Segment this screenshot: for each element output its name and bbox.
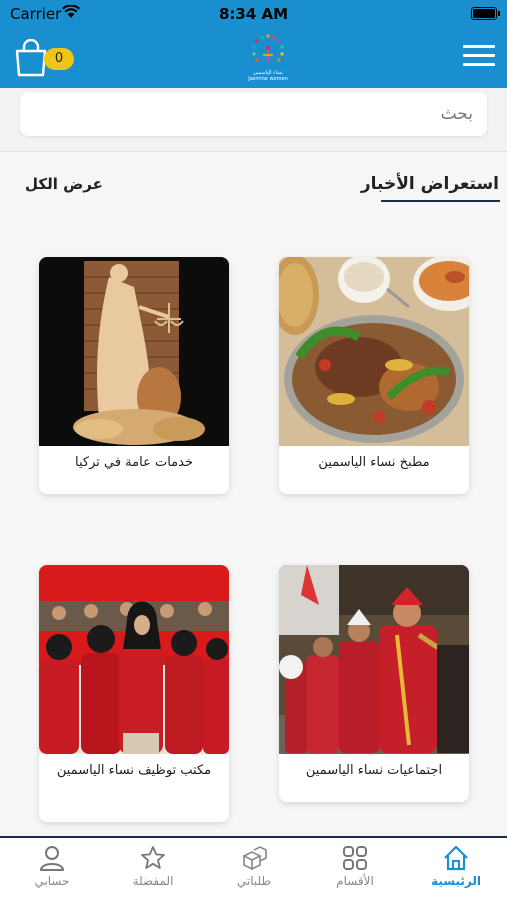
tab-favorites[interactable]: المفضلة bbox=[103, 840, 203, 900]
tab-categories[interactable]: الأقسام bbox=[305, 840, 405, 900]
card-image-students bbox=[39, 565, 229, 754]
search-input[interactable] bbox=[20, 92, 487, 136]
shopping-bag-icon[interactable] bbox=[14, 39, 48, 77]
card-image-military-band bbox=[279, 565, 469, 754]
card-title: خدمات عامة في تركيا bbox=[75, 455, 193, 470]
boxes-icon bbox=[242, 846, 267, 871]
logo-caption: نساء الياسمين Jasmine women bbox=[248, 70, 288, 82]
view-all-link[interactable]: عرض الكل bbox=[25, 175, 103, 193]
bottom-tab-bar: الرئيسية الأقسام طلباتي المفضلة حسابي bbox=[0, 836, 507, 900]
status-bar: Carrier 8:34 AM bbox=[0, 0, 507, 30]
news-card-services[interactable]: خدمات عامة في تركيا bbox=[39, 257, 229, 494]
search-box bbox=[20, 92, 487, 136]
tab-label: طلباتي bbox=[236, 874, 272, 888]
tab-label: الأقسام bbox=[336, 874, 374, 888]
card-image-justice-statue bbox=[39, 257, 229, 446]
cart-count-badge[interactable]: 0 bbox=[44, 48, 74, 70]
section-title-underline bbox=[381, 200, 500, 202]
card-title: مكتب توظيف نساء الياسمين bbox=[56, 763, 212, 778]
battery-icon bbox=[471, 7, 497, 20]
news-card-social[interactable]: اجتماعيات نساء الياسمين bbox=[279, 565, 469, 802]
tab-orders[interactable]: طلباتي bbox=[204, 840, 304, 900]
user-icon bbox=[40, 846, 64, 871]
tab-home[interactable]: الرئيسية bbox=[406, 840, 506, 900]
card-image-food bbox=[279, 257, 469, 446]
grid-icon bbox=[343, 846, 367, 870]
search-section bbox=[0, 88, 507, 152]
news-section-title: استعراض الأخبار bbox=[360, 174, 499, 194]
star-icon bbox=[141, 846, 165, 869]
tab-label: حسابي bbox=[34, 874, 70, 888]
card-title: اجتماعيات نساء الياسمين bbox=[305, 763, 443, 778]
home-icon bbox=[444, 845, 468, 871]
card-title: مطبخ نساء الياسمين bbox=[318, 455, 430, 470]
news-card-kitchen[interactable]: مطبخ نساء الياسمين bbox=[279, 257, 469, 494]
app-header: 0 نساء الياسمين Jasmine women bbox=[0, 30, 507, 88]
news-card-employment[interactable]: مكتب توظيف نساء الياسمين bbox=[39, 565, 229, 822]
hamburger-menu-icon[interactable] bbox=[463, 45, 495, 69]
clock: 8:34 AM bbox=[218, 5, 289, 23]
tab-label: المفضلة bbox=[132, 874, 174, 888]
tab-label: الرئيسية bbox=[431, 874, 481, 888]
tab-account[interactable]: حسابي bbox=[2, 840, 102, 900]
